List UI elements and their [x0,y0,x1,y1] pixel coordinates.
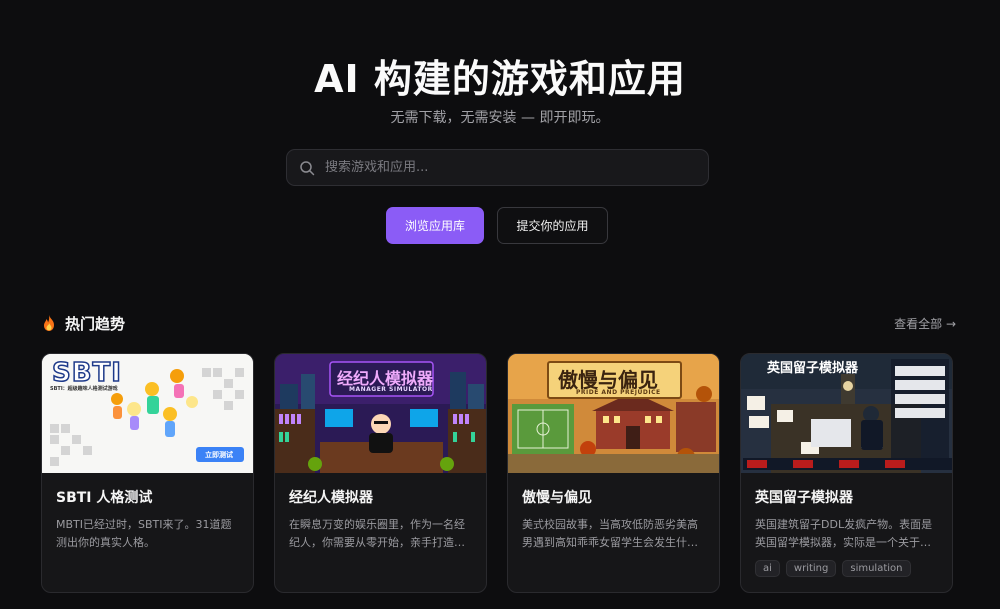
card-title: SBTI 人格测试 [56,490,153,506]
trending-label: 热门趋势 [65,314,126,333]
card-description: 在瞬息万变的娱乐圈里，作为一名经纪人，你需要从零开始，亲手打造… [289,518,465,549]
card-title: 经纪人模拟器 [289,490,373,506]
card-title: 傲慢与偏见 [522,490,592,506]
card-thumbnail: SBTI SBTI：超级趣味人格测试游戏 立即测试 [42,354,253,473]
sbti-start-label: 立即测试 [205,451,233,459]
card-title: 英国留子模拟器 [755,490,853,506]
card-tags: ai writing simulation [755,560,938,577]
app-card-manager-simulator[interactable]: 经纪人模拟器 MANAGER SIMULATOR 经纪人模拟器 在瞬息万变的娱乐… [274,353,487,593]
trending-title: 热门趋势 [41,313,125,334]
search-input[interactable] [325,160,708,175]
app-card-uk-student-simulator[interactable]: 英国留子模拟器 英国留子模拟器 英国建筑留子DDL发疯产物。表面是英国留学模拟器… [740,353,953,593]
fire-icon [41,314,57,332]
pride-subtitle: PRIDE AND PREJUDICE [576,389,661,396]
tag-simulation[interactable]: simulation [842,560,911,577]
view-all-link[interactable]: 查看全部 → [894,315,956,332]
page-subtitle: 无需下载，无需安装 — 即开即玩。 [390,110,610,126]
card-description: MBTI已经过时，SBTI来了。31道题测出你的真实人格。 [56,518,232,549]
card-description: 美式校园故事，当高攻低防恶劣美高男遇到高知乖乖女留学生会发生什… [522,518,698,549]
manager-sim-subtitle: MANAGER SIMULATOR [349,386,433,393]
sbti-logo: SBTI [51,357,122,389]
search-bar[interactable] [286,149,709,186]
card-thumbnail: 英国留子模拟器 [741,354,952,473]
search-icon [299,160,315,176]
app-card-sbti[interactable]: SBTI SBTI：超级趣味人格测试游戏 立即测试 SBTI 人格测试 MBTI… [41,353,254,593]
app-card-pride-prejudice[interactable]: 傲慢与偏见 PRIDE AND PREJUDICE 傲慢与偏见 美式校园故事，当… [507,353,720,593]
card-description: 英国建筑留子DDL发疯产物。表面是英国留学模拟器，实际是一个关于… [755,518,933,549]
browse-apps-button[interactable]: 浏览应用库 [386,207,484,244]
card-thumbnail: 经纪人模拟器 MANAGER SIMULATOR [275,354,486,473]
sbti-tagline: SBTI：超级趣味人格测试游戏 [50,386,118,392]
trending-header: 热门趋势 查看全部 → [41,312,956,334]
trending-cards: SBTI SBTI：超级趣味人格测试游戏 立即测试 SBTI 人格测试 MBTI… [41,353,956,593]
tag-writing[interactable]: writing [785,560,837,577]
card-thumbnail: 傲慢与偏见 PRIDE AND PREJUDICE [508,354,719,473]
tag-ai[interactable]: ai [755,560,780,577]
submit-app-button[interactable]: 提交你的应用 [497,207,608,244]
uk-sim-logo: 英国留子模拟器 [767,361,859,376]
page-title: AI 构建的游戏和应用 [314,57,686,101]
